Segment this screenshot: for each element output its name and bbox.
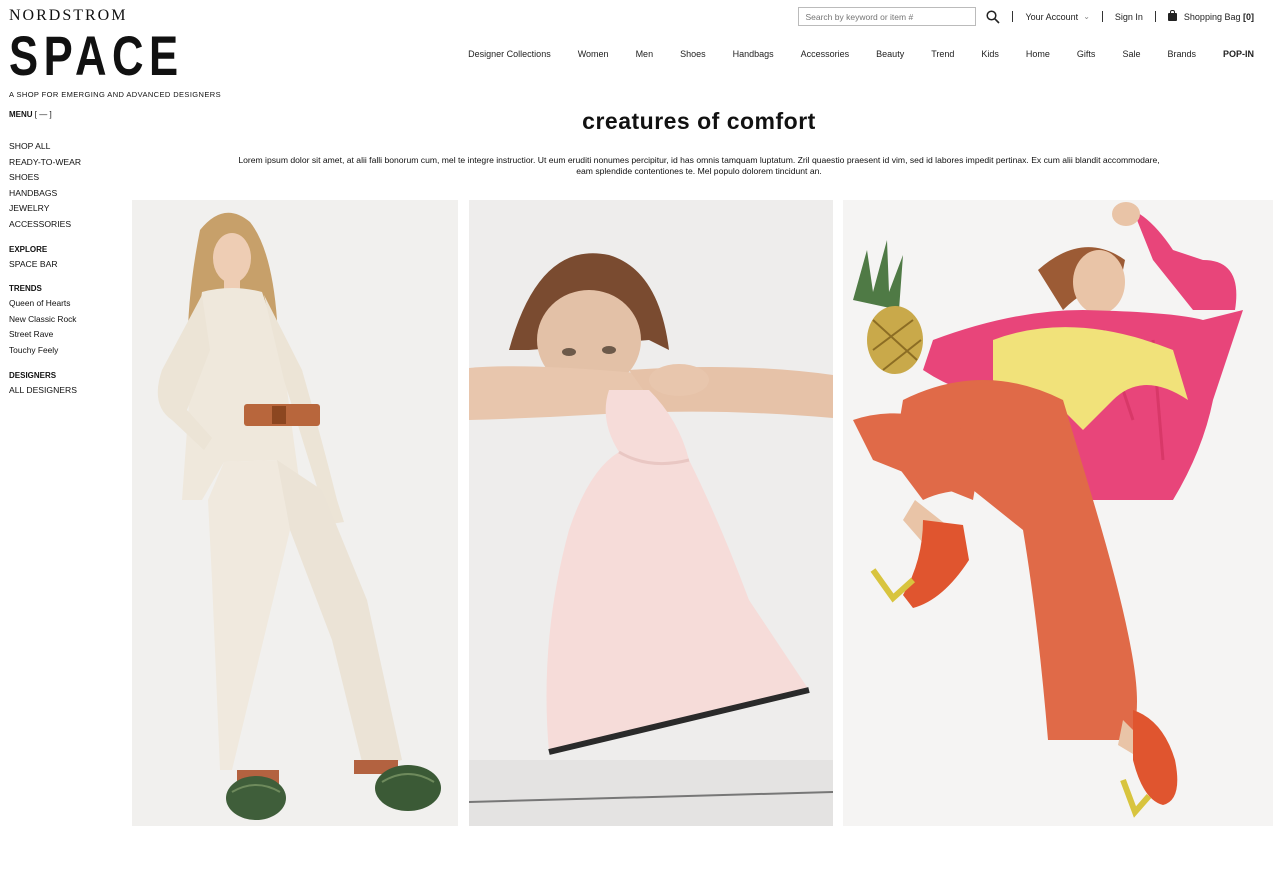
nav-shoes[interactable]: Shoes bbox=[680, 49, 706, 59]
main-nav: Designer Collections Women Men Shoes Han… bbox=[468, 49, 1254, 59]
intro-text: Lorem ipsum dolor sit amet, at alii fall… bbox=[238, 155, 1160, 176]
search-box[interactable] bbox=[798, 7, 977, 26]
nav-handbags[interactable]: Handbags bbox=[733, 49, 774, 59]
nav-sale[interactable]: Sale bbox=[1122, 49, 1140, 59]
sidebar: MENU [ — ] SHOP ALL READY-TO-WEAR SHOES … bbox=[9, 110, 81, 410]
sidebar-item-handbags[interactable]: HANDBAGS bbox=[9, 186, 81, 202]
category-list: SHOP ALL READY-TO-WEAR SHOES HANDBAGS JE… bbox=[9, 139, 81, 233]
divider bbox=[1012, 11, 1014, 22]
shopping-bag-label: Shopping Bag bbox=[1183, 11, 1241, 22]
editorial-photo-jumping[interactable] bbox=[843, 200, 1273, 826]
nav-beauty[interactable]: Beauty bbox=[876, 49, 904, 59]
search-icon[interactable] bbox=[986, 9, 1001, 24]
designers-heading: DESIGNERS bbox=[9, 370, 57, 380]
utility-bar: Your Account ⌄ Sign In Shopping Bag [0] bbox=[798, 6, 1254, 27]
nav-brands[interactable]: Brands bbox=[1167, 49, 1196, 59]
sidebar-item-queen-of-hearts[interactable]: Queen of Hearts bbox=[9, 296, 81, 312]
divider bbox=[1101, 11, 1103, 22]
nav-designer-collections[interactable]: Designer Collections bbox=[468, 49, 551, 59]
page-title: creatures of comfort bbox=[582, 108, 816, 134]
sidebar-item-shop-all[interactable]: SHOP ALL bbox=[9, 139, 81, 155]
sidebar-item-accessories[interactable]: ACCESSORIES bbox=[9, 217, 81, 233]
search-input[interactable] bbox=[805, 11, 966, 22]
sign-in-link[interactable]: Sign In bbox=[1115, 12, 1143, 22]
editorial-photo-jumpsuit[interactable] bbox=[132, 200, 458, 826]
trends-heading: TRENDS bbox=[9, 284, 42, 294]
sidebar-item-ready-to-wear[interactable]: READY-TO-WEAR bbox=[9, 155, 81, 171]
sidebar-item-jewelry[interactable]: JEWELRY bbox=[9, 201, 81, 217]
trends-group: TRENDS Queen of Hearts New Classic Rock … bbox=[9, 284, 81, 358]
chevron-down-icon: ⌄ bbox=[1083, 12, 1090, 21]
your-account-label: Your Account bbox=[1025, 11, 1079, 22]
designers-group: DESIGNERS ALL DESIGNERS bbox=[9, 371, 81, 399]
nav-accessories[interactable]: Accessories bbox=[801, 49, 850, 59]
nav-gifts[interactable]: Gifts bbox=[1077, 49, 1096, 59]
nav-women[interactable]: Women bbox=[578, 49, 609, 59]
sidebar-item-new-classic-rock[interactable]: New Classic Rock bbox=[9, 312, 81, 328]
menu-toggle[interactable]: MENU [ — ] bbox=[9, 110, 81, 119]
shopping-bag-link[interactable]: Shopping Bag [0] bbox=[1167, 9, 1254, 22]
nav-pop-in[interactable]: POP-IN bbox=[1223, 49, 1254, 59]
sidebar-item-all-designers[interactable]: ALL DESIGNERS bbox=[9, 383, 81, 399]
sidebar-item-space-bar[interactable]: SPACE BAR bbox=[9, 257, 81, 273]
brand-sub: SPACE bbox=[9, 24, 184, 87]
sidebar-item-shoes[interactable]: SHOES bbox=[9, 170, 81, 186]
divider bbox=[1154, 11, 1156, 22]
explore-group: EXPLORE SPACE BAR bbox=[9, 245, 81, 273]
your-account-link[interactable]: Your Account ⌄ bbox=[1025, 12, 1089, 22]
editorial-photo-pink-bag[interactable] bbox=[469, 200, 833, 826]
explore-heading: EXPLORE bbox=[9, 244, 48, 254]
bag-icon bbox=[1167, 9, 1177, 21]
brand-logo[interactable]: NORDSTROM SPACE A SHOP FOR EMERGING AND … bbox=[9, 7, 233, 100]
nav-home[interactable]: Home bbox=[1026, 49, 1050, 59]
sidebar-item-touchy-feely[interactable]: Touchy Feely bbox=[9, 343, 81, 359]
sidebar-item-street-rave[interactable]: Street Rave bbox=[9, 327, 81, 343]
brand-tagline: A SHOP FOR EMERGING AND ADVANCED DESIGNE… bbox=[9, 90, 221, 99]
menu-toggle-icon: [ — ] bbox=[34, 110, 52, 119]
nav-trend[interactable]: Trend bbox=[931, 49, 954, 59]
nav-kids[interactable]: Kids bbox=[981, 49, 999, 59]
bag-count: [0] bbox=[1243, 11, 1254, 22]
menu-label: MENU bbox=[9, 110, 33, 119]
nav-men[interactable]: Men bbox=[636, 49, 654, 59]
brand-name: NORDSTROM bbox=[9, 7, 128, 24]
